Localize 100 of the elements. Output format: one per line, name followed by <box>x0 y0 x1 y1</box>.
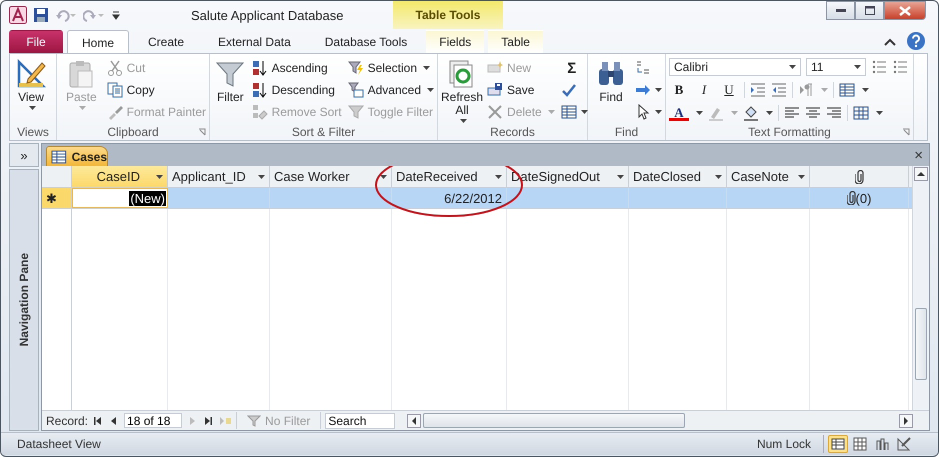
highlight-icon <box>708 105 724 121</box>
collapse-ribbon-icon[interactable] <box>884 38 896 46</box>
italic-button[interactable]: I <box>694 81 714 99</box>
sort-ascending-icon <box>252 60 268 76</box>
record-label: Record: <box>46 414 88 428</box>
close-button[interactable] <box>884 1 926 20</box>
ribbon-tab[interactable]: Database Tools <box>310 30 422 53</box>
indent-icon <box>750 82 766 98</box>
file-tab[interactable]: File <box>9 30 63 53</box>
outdent-icon <box>771 82 787 98</box>
spelling-check-icon <box>560 82 577 98</box>
font-color-button[interactable]: A <box>669 105 689 121</box>
app-logo-icon[interactable] <box>9 6 27 24</box>
ribbon-tab[interactable]: Create <box>133 30 200 53</box>
underline-button[interactable]: U <box>719 81 739 99</box>
group-label: Sort & Filter <box>292 124 356 138</box>
table-cell[interactable]: (New) <box>129 190 166 206</box>
ribbon-tab[interactable]: Home <box>67 30 130 54</box>
search-field[interactable]: Search <box>325 412 396 428</box>
caret-icon <box>423 66 430 70</box>
column-header[interactable]: DateClosed <box>629 166 727 187</box>
column-header[interactable]: Applicant_ID <box>168 166 270 187</box>
caret-icon <box>28 106 36 110</box>
caret-icon <box>854 65 861 69</box>
window-title: Salute Applicant Database <box>191 8 344 22</box>
group-label: Records <box>490 124 535 138</box>
ribbon-button[interactable]: Selection <box>348 58 434 78</box>
maximize-icon <box>864 6 874 15</box>
paperclip-icon <box>846 191 856 205</box>
funnel-icon <box>247 414 262 426</box>
ribbon-button[interactable]: Descending <box>252 80 342 100</box>
paragraph-icon <box>798 82 814 98</box>
scroll-right-icon[interactable] <box>899 414 913 428</box>
caret-icon <box>78 106 86 110</box>
ribbon-tab[interactable]: Table <box>488 30 543 53</box>
ribbon-button[interactable]: View <box>13 57 49 123</box>
save-icon <box>487 82 504 98</box>
totals-button[interactable]: Σ <box>560 58 583 78</box>
caret-icon <box>715 174 722 178</box>
navigation-pane[interactable]: Navigation Pane <box>9 169 39 431</box>
document-tab[interactable]: Cases <box>46 146 108 166</box>
font-name-field[interactable]: Calibri <box>669 58 801 76</box>
column-header[interactable]: CaseID <box>72 166 168 187</box>
group-label: Views <box>17 124 49 138</box>
record-number-field[interactable]: 18 of 18 <box>124 413 182 428</box>
ribbon-button[interactable]: Save <box>487 80 555 100</box>
caret-icon <box>655 110 662 114</box>
pivot-chart-view-icon <box>874 436 890 452</box>
scroll-thumb[interactable] <box>915 308 927 380</box>
bullets-icon <box>871 59 887 75</box>
minimize-button[interactable] <box>826 1 855 20</box>
last-record-icon[interactable] <box>202 416 214 426</box>
column-header[interactable]: CaseNote <box>727 166 810 187</box>
ribbon-button[interactable]: Filter <box>213 57 248 123</box>
caret-icon <box>548 110 555 114</box>
ribbon-button[interactable]: Advanced <box>348 80 434 100</box>
horizontal-scrollbar[interactable] <box>407 413 913 428</box>
scroll-thumb[interactable] <box>423 413 686 428</box>
table-cell: 6/22/2012 <box>444 190 502 206</box>
font-size-field[interactable]: 11 <box>806 58 866 76</box>
caret-icon <box>876 111 883 115</box>
grid-icon <box>853 105 869 121</box>
shutter-bar-button[interactable]: » <box>9 143 39 167</box>
caret-icon <box>655 88 662 92</box>
gridlines-icon <box>839 82 855 98</box>
vertical-scrollbar[interactable] <box>912 166 929 410</box>
group-label: Clipboard <box>107 124 159 138</box>
help-icon[interactable] <box>906 31 926 51</box>
caret-icon <box>495 174 502 178</box>
scroll-left-icon[interactable] <box>407 414 422 428</box>
close-document-button[interactable]: × <box>914 146 923 164</box>
save-icon[interactable] <box>33 7 49 23</box>
column-header[interactable]: DateReceived <box>392 166 507 187</box>
design-view-icon <box>896 436 912 452</box>
view-switch-button[interactable] <box>828 435 848 453</box>
caret-icon <box>258 174 265 178</box>
caret-icon <box>617 174 624 178</box>
ribbon-button[interactable]: Find <box>591 57 631 123</box>
caret-icon <box>380 174 387 178</box>
dialog-launcher-icon[interactable] <box>198 128 206 136</box>
brush-icon <box>106 104 123 120</box>
group-label: Text Formatting <box>748 124 831 138</box>
dialog-launcher-icon[interactable] <box>902 128 910 136</box>
ribbon-tab[interactable]: Fields <box>426 30 484 53</box>
column-header[interactable]: Case Worker <box>270 166 392 187</box>
ribbon-button[interactable]: Refresh All <box>441 57 484 123</box>
scissors-icon <box>106 60 123 76</box>
maximize-button[interactable] <box>855 1 884 20</box>
caret-icon <box>427 88 434 92</box>
record-selector[interactable]: ✱ <box>42 188 72 208</box>
ribbon-tab[interactable]: External Data <box>203 30 306 53</box>
eraser-icon <box>252 104 268 120</box>
scroll-up-icon[interactable] <box>914 167 928 181</box>
ribbon-button[interactable]: Ascending <box>252 58 342 78</box>
ribbon-button[interactable]: Copy <box>106 80 206 100</box>
datasheet-view-icon <box>830 436 846 452</box>
caret-icon <box>731 111 738 115</box>
caret-icon <box>156 174 163 178</box>
bold-button[interactable]: B <box>669 81 689 99</box>
attachment-count: (0) <box>856 190 872 206</box>
